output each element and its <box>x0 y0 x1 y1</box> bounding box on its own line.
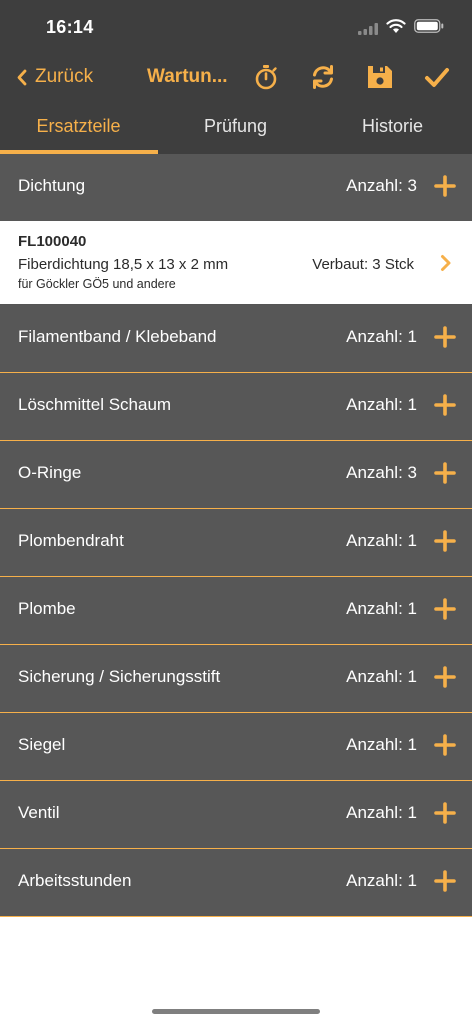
stopwatch-icon <box>255 65 277 90</box>
refresh-button[interactable] <box>308 62 338 92</box>
plus-icon[interactable] <box>434 326 456 348</box>
list-item-plombendraht[interactable]: Plombendraht Anzahl: 1 <box>0 509 472 577</box>
list-item-ventil[interactable]: Ventil Anzahl: 1 <box>0 781 472 849</box>
plus-icon[interactable] <box>434 802 456 824</box>
group-name: Dichtung <box>18 176 86 195</box>
group-count: Anzahl: 1 <box>346 803 417 822</box>
top-bar: 16:14 Zurück Wartun... Ersatzteile Prüfu… <box>0 0 472 154</box>
group-name: Löschmittel Schaum <box>18 395 172 414</box>
group-count: Anzahl: 1 <box>346 667 417 686</box>
group-count: Anzahl: 1 <box>346 599 417 618</box>
part-item-fl100040[interactable]: FL100040 Fiberdichtung 18,5 x 13 x 2 mm … <box>0 221 472 305</box>
group-name: Arbeitsstunden <box>18 871 132 890</box>
group-name: Plombe <box>18 599 76 618</box>
back-button[interactable]: Zurück <box>16 64 93 90</box>
list-item-arbeitsstunden[interactable]: Arbeitsstunden Anzahl: 1 <box>0 849 472 917</box>
group-count: Anzahl: 1 <box>346 871 417 890</box>
home-indicator[interactable] <box>152 1009 320 1014</box>
part-description: Fiberdichtung 18,5 x 13 x 2 mm <box>18 256 229 273</box>
plus-icon[interactable] <box>434 530 456 552</box>
save-button[interactable] <box>365 62 395 92</box>
part-subtitle: für Göckler GÖ5 und andere <box>18 277 176 291</box>
tab-ersatzteile[interactable]: Ersatzteile <box>0 100 157 154</box>
list-item-loeschmittel-schaum[interactable]: Löschmittel Schaum Anzahl: 1 <box>0 373 472 441</box>
plus-icon[interactable] <box>434 394 456 416</box>
back-label: Zurück <box>35 66 94 87</box>
group-name: Filamentband / Klebeband <box>18 327 217 346</box>
list-item-sicherung[interactable]: Sicherung / Sicherungsstift Anzahl: 1 <box>0 645 472 713</box>
cellular-signal-icon <box>358 22 378 40</box>
chevron-left-icon <box>17 69 27 85</box>
plus-icon[interactable] <box>434 462 456 484</box>
refresh-icon <box>313 65 333 89</box>
group-name: Plombendraht <box>18 531 124 550</box>
battery-icon <box>414 19 444 38</box>
parts-list: Dichtung Anzahl: 3 FL100040 Fiberdichtun… <box>0 154 472 917</box>
confirm-button[interactable] <box>422 62 452 92</box>
group-count: Anzahl: 1 <box>346 735 417 754</box>
status-time: 16:14 <box>46 17 94 37</box>
plus-icon[interactable] <box>434 870 456 892</box>
group-count: Anzahl: 3 <box>346 176 417 195</box>
tab-bar: Ersatzteile Prüfung Historie <box>0 100 472 154</box>
status-bar: 16:14 <box>0 0 472 54</box>
group-name: Ventil <box>18 803 60 822</box>
group-count: Anzahl: 1 <box>346 531 417 550</box>
part-code: FL100040 <box>18 233 87 250</box>
group-name: Siegel <box>18 735 66 754</box>
timer-button[interactable] <box>251 62 281 92</box>
checkmark-icon <box>425 68 449 87</box>
wifi-icon <box>386 18 406 39</box>
chevron-right-icon <box>441 255 451 271</box>
group-count: Anzahl: 1 <box>346 327 417 346</box>
list-item-plombe[interactable]: Plombe Anzahl: 1 <box>0 577 472 645</box>
part-installed-count: Verbaut: 3 Stck <box>312 256 414 273</box>
save-icon <box>368 66 392 88</box>
list-item-filamentband[interactable]: Filamentband / Klebeband Anzahl: 1 <box>0 305 472 373</box>
plus-icon[interactable] <box>434 175 456 197</box>
tab-pruefung[interactable]: Prüfung <box>157 100 314 154</box>
group-name: O-Ringe <box>18 463 82 482</box>
group-name: Sicherung / Sicherungsstift <box>18 667 221 686</box>
list-item-dichtung[interactable]: Dichtung Anzahl: 3 <box>0 154 472 221</box>
plus-icon[interactable] <box>434 598 456 620</box>
navigation-bar: Zurück Wartun... <box>0 54 472 100</box>
plus-icon[interactable] <box>434 734 456 756</box>
plus-icon[interactable] <box>434 666 456 688</box>
list-item-siegel[interactable]: Siegel Anzahl: 1 <box>0 713 472 781</box>
group-count: Anzahl: 1 <box>346 395 417 414</box>
tab-historie[interactable]: Historie <box>314 100 471 154</box>
page-title: Wartun... <box>147 66 228 87</box>
list-item-o-ringe[interactable]: O-Ringe Anzahl: 3 <box>0 441 472 509</box>
group-count: Anzahl: 3 <box>346 463 417 482</box>
